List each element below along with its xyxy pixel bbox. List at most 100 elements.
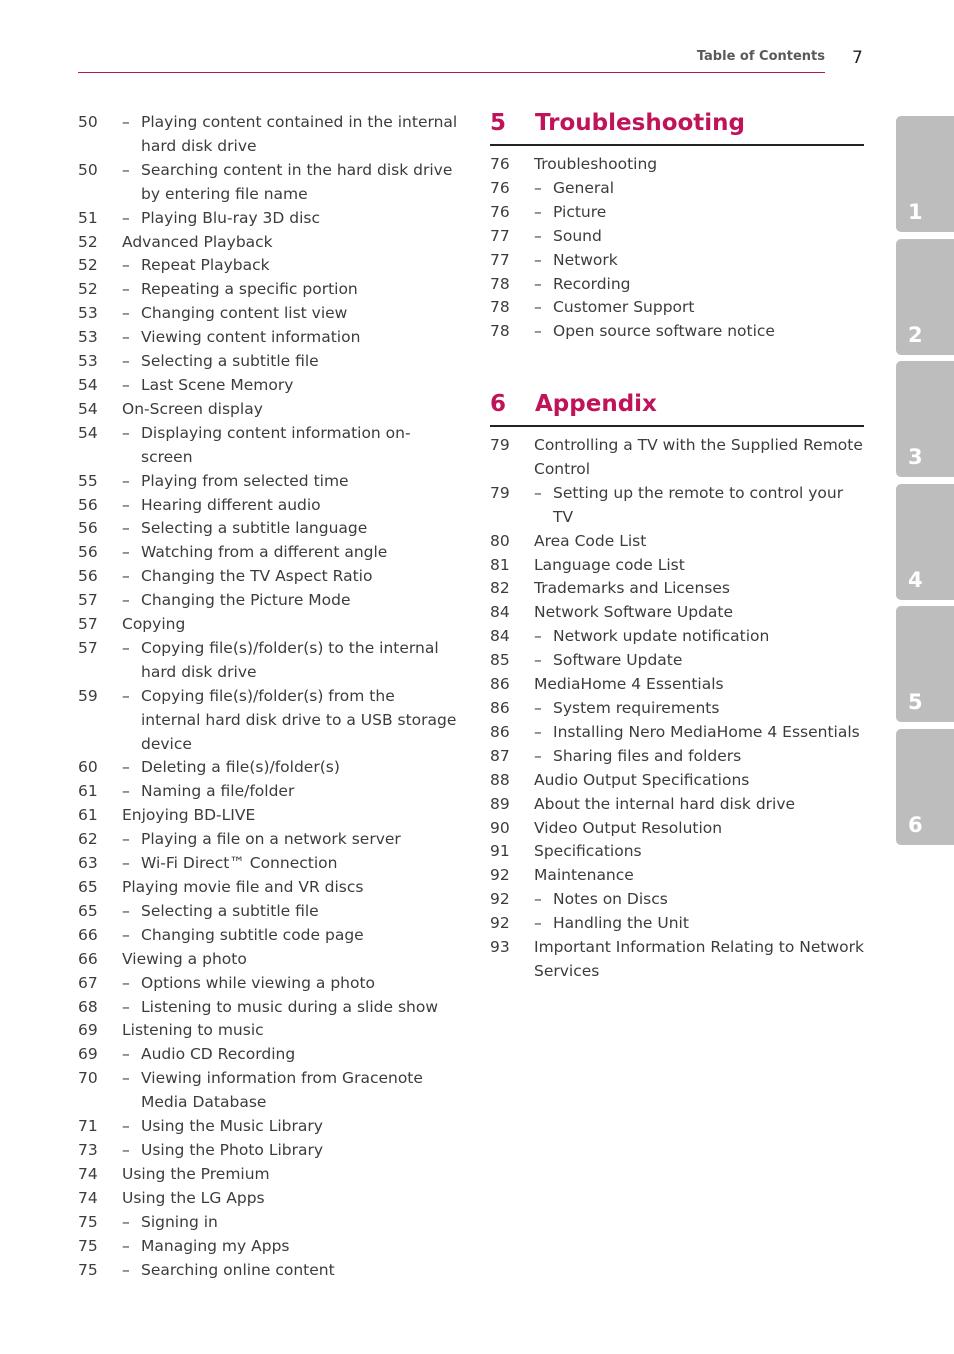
chapter-tab-5[interactable]: 5	[896, 606, 954, 722]
toc-entry[interactable]: 63 Wi-Fi Direct™ Connection	[78, 852, 458, 876]
toc-page-number: 69	[78, 1045, 98, 1064]
toc-entry[interactable]: 80 Area Code List	[490, 530, 864, 554]
toc-entry[interactable]: 85 Software Update	[490, 649, 864, 673]
toc-page-number: 73	[78, 1140, 98, 1159]
toc-page-number: 89	[490, 794, 510, 813]
toc-page-number: 56	[78, 543, 98, 562]
toc-entry[interactable]: 77 Network	[490, 249, 864, 273]
toc-entry[interactable]: 92 Handling the Unit	[490, 912, 864, 936]
toc-entry[interactable]: 86 System requirements	[490, 697, 864, 721]
toc-page-number: 50	[78, 113, 98, 131]
toc-entry[interactable]: 61 Naming a file/folder	[78, 780, 458, 804]
toc-entry[interactable]: 93 Important Information Relating to Netw…	[490, 936, 864, 984]
toc-entry[interactable]: 54 On-Screen display	[78, 398, 458, 422]
toc-entry[interactable]: 61 Enjoying BD-LIVE	[78, 804, 458, 828]
toc-entry[interactable]: 53 Viewing content information	[78, 326, 458, 350]
toc-entry-title: Deleting a file(s)/folder(s)	[122, 756, 458, 780]
toc-entry[interactable]: 76 General	[490, 177, 864, 201]
toc-entry[interactable]: 78 Open source software notice	[490, 320, 864, 344]
toc-entry[interactable]: 50 Playing content contained in the inter…	[78, 111, 458, 159]
toc-entry-title: Troubleshooting	[534, 155, 658, 173]
toc-entry[interactable]: 57 Copying file(s)/folder(s) to the inter…	[78, 637, 458, 685]
toc-entry[interactable]: 52 Advanced Playback	[78, 231, 458, 255]
toc-entry[interactable]: 62 Playing a file on a network server	[78, 828, 458, 852]
toc-entry[interactable]: 68 Listening to music during a slide show	[78, 996, 458, 1020]
toc-entry[interactable]: 70 Viewing information from Gracenote Med…	[78, 1067, 458, 1115]
toc-entry[interactable]: 84 Network update notification	[490, 625, 864, 649]
toc-entry-title: Copying file(s)/folder(s) from the inter…	[122, 685, 458, 757]
toc-entry[interactable]: 88 Audio Output Specifications	[490, 769, 864, 793]
toc-entry[interactable]: 76 Picture	[490, 201, 864, 225]
toc-page-number: 65	[78, 878, 98, 896]
toc-entry[interactable]: 84 Network Software Update	[490, 601, 864, 625]
toc-entry[interactable]: 86 MediaHome 4 Essentials	[490, 673, 864, 697]
toc-page-number: 66	[78, 925, 98, 944]
toc-entry[interactable]: 67 Options while viewing a photo	[78, 972, 458, 996]
toc-entry[interactable]: 74 Using the LG Apps	[78, 1187, 458, 1211]
chapter-tab-4[interactable]: 4	[896, 484, 954, 600]
chapter-tab-6[interactable]: 6	[896, 729, 954, 845]
toc-entry[interactable]: 66 Changing subtitle code page	[78, 924, 458, 948]
toc-entry[interactable]: 53 Selecting a subtitle file	[78, 350, 458, 374]
toc-entry[interactable]: 69 Listening to music	[78, 1019, 458, 1043]
chapter-tab-2[interactable]: 2	[896, 239, 954, 355]
toc-entry[interactable]: 52 Repeating a specific portion	[78, 278, 458, 302]
toc-entry[interactable]: 92 Maintenance	[490, 864, 864, 888]
toc-entry[interactable]: 89 About the internal hard disk drive	[490, 793, 864, 817]
toc-entry[interactable]: 56 Watching from a different angle	[78, 541, 458, 565]
toc-entry-title: Playing content contained in the interna…	[122, 111, 458, 159]
toc-entry[interactable]: 57 Copying	[78, 613, 458, 637]
toc-entry[interactable]: 56 Selecting a subtitle language	[78, 517, 458, 541]
toc-entry[interactable]: 86 Installing Nero MediaHome 4 Essentials	[490, 721, 864, 745]
toc-page-number: 78	[490, 274, 510, 293]
toc-entry[interactable]: 75 Searching online content	[78, 1259, 458, 1283]
toc-entry-title: Changing the Picture Mode	[122, 589, 458, 613]
toc-entry[interactable]: 90 Video Output Resolution	[490, 817, 864, 841]
toc-entry[interactable]: 81 Language code List	[490, 554, 864, 578]
toc-entry[interactable]: 71 Using the Music Library	[78, 1115, 458, 1139]
toc-entry[interactable]: 74 Using the Premium	[78, 1163, 458, 1187]
toc-entry[interactable]: 54 Last Scene Memory	[78, 374, 458, 398]
toc-entry[interactable]: 78 Recording	[490, 273, 864, 297]
toc-entry[interactable]: 57 Changing the Picture Mode	[78, 589, 458, 613]
toc-page-number: 76	[490, 155, 510, 173]
toc-page-number: 88	[490, 770, 510, 789]
toc-entry[interactable]: 79 Controlling a TV with the Supplied Rem…	[490, 434, 864, 482]
toc-entry[interactable]: 51 Playing Blu-ray 3D disc	[78, 207, 458, 231]
toc-entry[interactable]: 78 Customer Support	[490, 296, 864, 320]
toc-entry[interactable]: 50 Searching content in the hard disk dri…	[78, 159, 458, 207]
toc-entry[interactable]: 73 Using the Photo Library	[78, 1139, 458, 1163]
toc-page-number: 91	[490, 842, 510, 861]
toc-entry[interactable]: 53 Changing content list view	[78, 302, 458, 326]
toc-entry[interactable]: 55 Playing from selected time	[78, 470, 458, 494]
toc-entry[interactable]: 66 Viewing a photo	[78, 948, 458, 972]
toc-entry[interactable]: 52 Repeat Playback	[78, 254, 458, 278]
toc-entry[interactable]: 87 Sharing files and folders	[490, 745, 864, 769]
toc-entry[interactable]: 79 Setting up the remote to control your …	[490, 482, 864, 530]
toc-entry[interactable]: 56 Changing the TV Aspect Ratio	[78, 565, 458, 589]
toc-entry[interactable]: 69 Audio CD Recording	[78, 1043, 458, 1067]
toc-section-6: 79 Controlling a TV with the Supplied Rem…	[490, 434, 864, 984]
toc-entry[interactable]: 54 Displaying content information on-scre…	[78, 422, 458, 470]
toc-entry[interactable]: 77 Sound	[490, 225, 864, 249]
toc-page-number: 57	[78, 638, 98, 657]
toc-entry[interactable]: 76 Troubleshooting	[490, 153, 864, 177]
toc-entry[interactable]: 65 Selecting a subtitle file	[78, 900, 458, 924]
toc-entry[interactable]: 75 Managing my Apps	[78, 1235, 458, 1259]
toc-entry[interactable]: 59 Copying file(s)/folder(s) from the int…	[78, 685, 458, 757]
toc-entry[interactable]: 75 Signing in	[78, 1211, 458, 1235]
toc-entry[interactable]: 91 Specifications	[490, 840, 864, 864]
toc-entry[interactable]: 56 Hearing different audio	[78, 494, 458, 518]
toc-entry[interactable]: 92 Notes on Discs	[490, 888, 864, 912]
toc-page-number: 77	[490, 250, 510, 269]
chapter-tab-3[interactable]: 3	[896, 361, 954, 477]
chapter-tab-1[interactable]: 1	[896, 116, 954, 232]
section-title: Appendix	[535, 391, 657, 417]
toc-entry[interactable]: 60 Deleting a file(s)/folder(s)	[78, 756, 458, 780]
toc-entry[interactable]: 82 Trademarks and Licenses	[490, 577, 864, 601]
toc-page-number: 84	[490, 627, 510, 646]
toc-page-number: 86	[490, 675, 510, 694]
toc-entry-title: Selecting a subtitle file	[122, 900, 458, 924]
toc-entry[interactable]: 65 Playing movie file and VR discs	[78, 876, 458, 900]
toc-page-number: 56	[78, 567, 98, 586]
